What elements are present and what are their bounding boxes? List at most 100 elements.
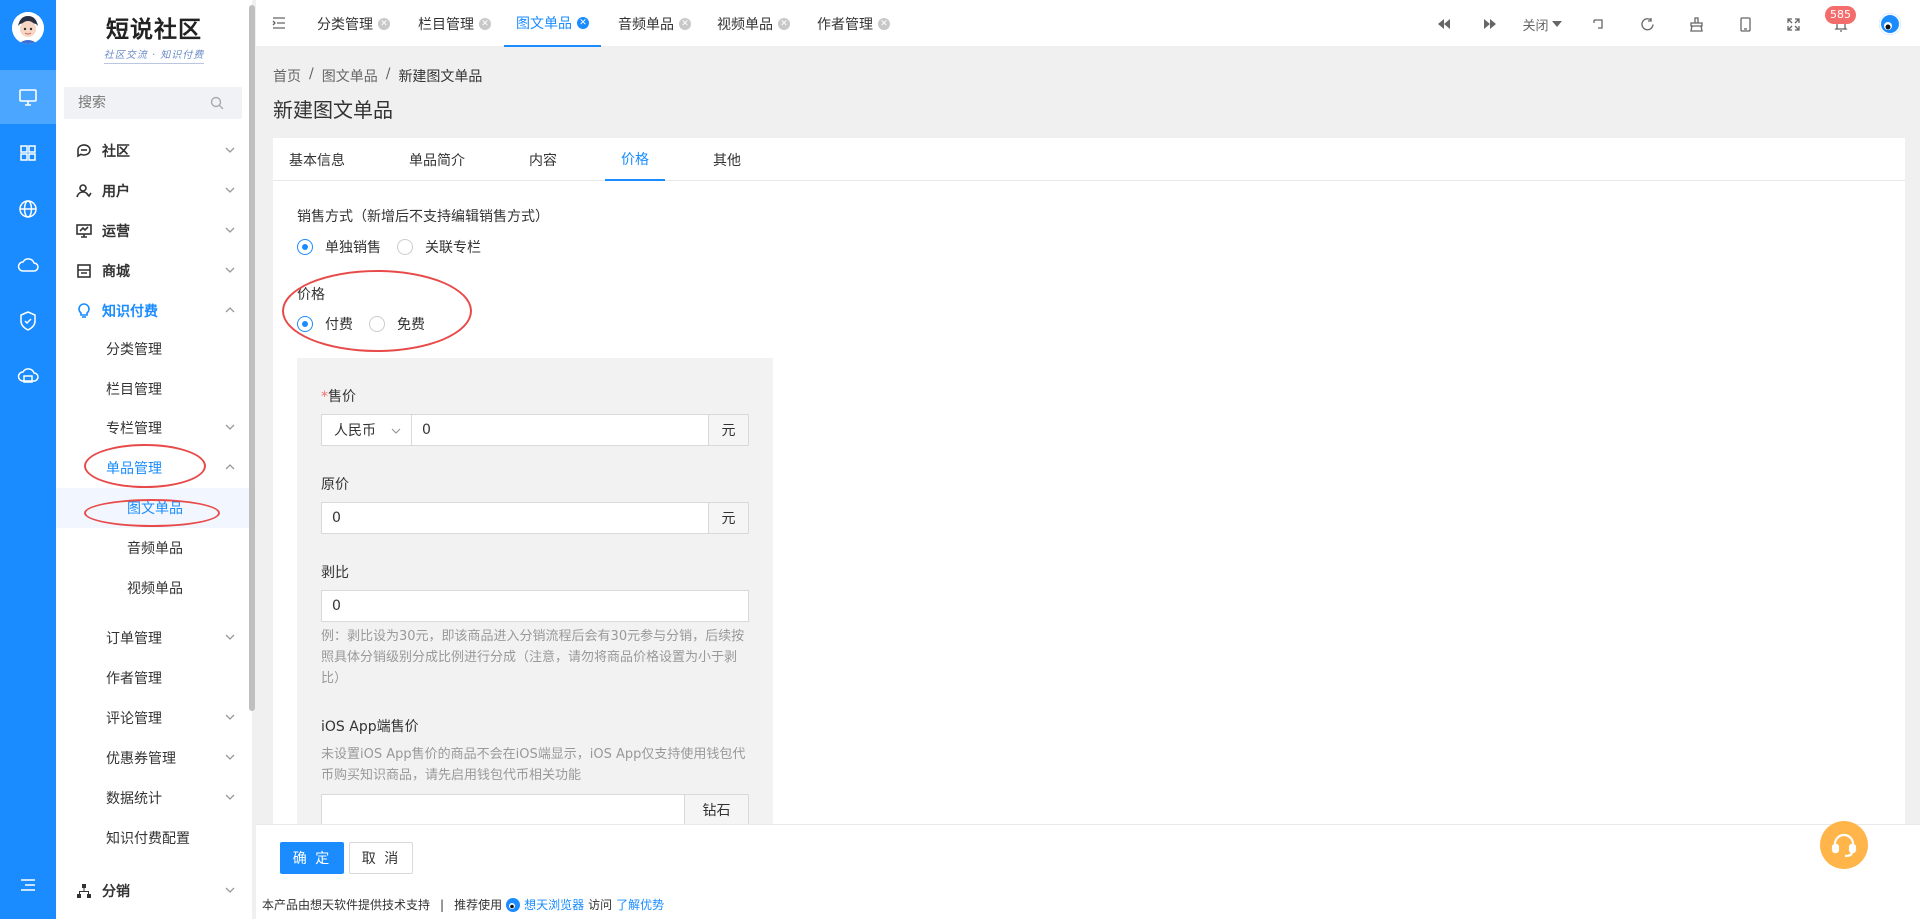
- menu-label: 专栏管理: [106, 421, 162, 437]
- user-avatar[interactable]: [1879, 13, 1901, 35]
- top-bar: 分类管理 ✕ 栏目管理 ✕ 图文单品 ✕ 音频单品 ✕ 视频单品 ✕ 作者管理 ✕ 关闭: [256, 0, 1920, 47]
- chevron-up-icon: [225, 307, 235, 313]
- menu-label: 知识付费配置: [106, 831, 190, 847]
- menu-label: 分销: [102, 884, 130, 900]
- ios-price-field: 钻石: [321, 794, 749, 826]
- required-mark: *: [321, 389, 328, 405]
- menu-label: 数据统计: [106, 791, 162, 807]
- menu-item-distribution[interactable]: 分销: [56, 871, 252, 911]
- menu-item-statistics[interactable]: 数据统计: [56, 778, 252, 818]
- chevron-down-icon: [391, 428, 401, 434]
- close-icon[interactable]: ✕: [778, 17, 790, 30]
- chevron-down-icon: [225, 714, 235, 720]
- menu-item-config[interactable]: 知识付费配置: [56, 818, 252, 858]
- browser-link[interactable]: 想天浏览器: [524, 896, 584, 913]
- learn-more-link[interactable]: 了解优势: [616, 896, 664, 913]
- fullscreen-icon[interactable]: [1783, 14, 1803, 34]
- menu-label: 分类管理: [106, 342, 162, 358]
- ios-price-label: iOS App端售价: [321, 719, 419, 735]
- menu-item-comments[interactable]: 评论管理: [56, 698, 252, 738]
- collapse-menu-icon[interactable]: [272, 16, 286, 30]
- close-icon[interactable]: ✕: [577, 16, 589, 29]
- breadcrumb-article-single[interactable]: 图文单品: [322, 66, 378, 86]
- logo: 短说社区 社区交流 · 知识付费: [56, 10, 252, 64]
- sale-method-label: 销售方式（新增后不支持编辑销售方式）: [297, 209, 549, 225]
- search-input[interactable]: [64, 87, 204, 119]
- currency-select[interactable]: 人民币: [322, 415, 412, 445]
- tab-audio-single[interactable]: 音频单品 ✕: [618, 0, 691, 47]
- radio-single-sale[interactable]: 单独销售: [297, 237, 381, 257]
- menu-item-users[interactable]: 用户: [56, 171, 252, 211]
- tab-video-single[interactable]: 视频单品 ✕: [717, 0, 790, 47]
- radio-label: 单独销售: [325, 240, 381, 256]
- mobile-icon[interactable]: [1735, 14, 1755, 34]
- menu-item-column[interactable]: 栏目管理: [56, 369, 252, 409]
- sale-price-input[interactable]: [412, 415, 708, 445]
- menu-item-orders[interactable]: 订单管理: [56, 618, 252, 658]
- globe-icon[interactable]: [0, 182, 56, 236]
- menu-item-knowledge-pay[interactable]: 知识付费: [56, 291, 252, 331]
- tab-column[interactable]: 栏目管理 ✕: [418, 0, 491, 47]
- tab-category[interactable]: 分类管理 ✕: [317, 0, 390, 47]
- tab-intro[interactable]: 单品简介: [409, 138, 465, 181]
- clear-cache-icon[interactable]: [1686, 14, 1706, 34]
- recommend-text: 推荐使用: [454, 898, 503, 912]
- menu-label: 运营: [102, 224, 130, 240]
- ios-price-input[interactable]: [322, 795, 684, 825]
- tab-authors[interactable]: 作者管理 ✕: [817, 0, 890, 47]
- desktop-icon[interactable]: [0, 70, 56, 124]
- icon-rail: [0, 0, 56, 919]
- menu-item-coupons[interactable]: 优惠券管理: [56, 738, 252, 778]
- tab-article-single[interactable]: 图文单品 ✕: [504, 0, 601, 47]
- confirm-button[interactable]: 确 定: [280, 842, 344, 874]
- menu-label: 知识付费: [102, 304, 158, 320]
- close-icon[interactable]: ✕: [679, 17, 691, 30]
- logo-title: 短说社区: [106, 16, 202, 43]
- menu-item-authors[interactable]: 作者管理: [56, 658, 252, 698]
- logo-subtitle: 社区交流 · 知识付费: [103, 50, 205, 61]
- search-icon[interactable]: [210, 96, 224, 110]
- support-headset-icon[interactable]: [1820, 821, 1868, 869]
- grid-icon[interactable]: [0, 126, 56, 180]
- original-price-label: 原价: [321, 477, 349, 493]
- menu-item-operations[interactable]: 运营: [56, 211, 252, 251]
- menu-search: [64, 87, 242, 119]
- scroll-right-icon[interactable]: [1480, 14, 1500, 34]
- menu-scrollbar[interactable]: [249, 5, 255, 711]
- cloud-icon[interactable]: [0, 238, 56, 292]
- refresh-icon[interactable]: [1637, 14, 1657, 34]
- radio-column-sale[interactable]: 关联专栏: [397, 237, 481, 257]
- chat-icon: [76, 143, 92, 159]
- tab-basic-info[interactable]: 基本信息: [289, 138, 345, 181]
- shield-icon[interactable]: [0, 294, 56, 348]
- page-title: 新建图文单品: [273, 98, 393, 122]
- menu-toggle-icon[interactable]: [0, 858, 56, 912]
- close-tabs-dropdown[interactable]: 关闭: [1517, 14, 1567, 34]
- scroll-left-icon[interactable]: [1434, 14, 1454, 34]
- back-icon[interactable]: [1588, 14, 1608, 34]
- menu-item-video-single[interactable]: 视频单品: [56, 568, 252, 608]
- tab-label: 视频单品: [717, 16, 773, 33]
- menu-label: 用户: [102, 184, 130, 200]
- rebate-input[interactable]: [322, 591, 748, 621]
- tab-label: 作者管理: [817, 16, 873, 33]
- menu-item-special-column[interactable]: 专栏管理: [56, 408, 252, 448]
- browser-logo-icon: [506, 897, 521, 912]
- menu-label: 作者管理: [106, 671, 162, 687]
- close-icon[interactable]: ✕: [378, 17, 390, 30]
- menu-item-audio-single[interactable]: 音频单品: [56, 528, 252, 568]
- menu-item-community[interactable]: 社区: [56, 131, 252, 171]
- breadcrumb-home[interactable]: 首页: [273, 66, 301, 86]
- menu-item-category[interactable]: 分类管理: [56, 329, 252, 369]
- close-icon[interactable]: ✕: [479, 17, 491, 30]
- cancel-button[interactable]: 取 消: [349, 842, 413, 874]
- tab-other[interactable]: 其他: [713, 138, 741, 181]
- menu-item-mall[interactable]: 商城: [56, 251, 252, 291]
- avatar[interactable]: [12, 12, 44, 44]
- close-icon[interactable]: ✕: [878, 17, 890, 30]
- tab-price[interactable]: 价格: [605, 138, 665, 181]
- tab-content[interactable]: 内容: [529, 138, 557, 181]
- sale-price-field: 人民币 元: [321, 414, 749, 446]
- cloud-server-icon[interactable]: [0, 350, 56, 404]
- original-price-input[interactable]: [322, 503, 708, 533]
